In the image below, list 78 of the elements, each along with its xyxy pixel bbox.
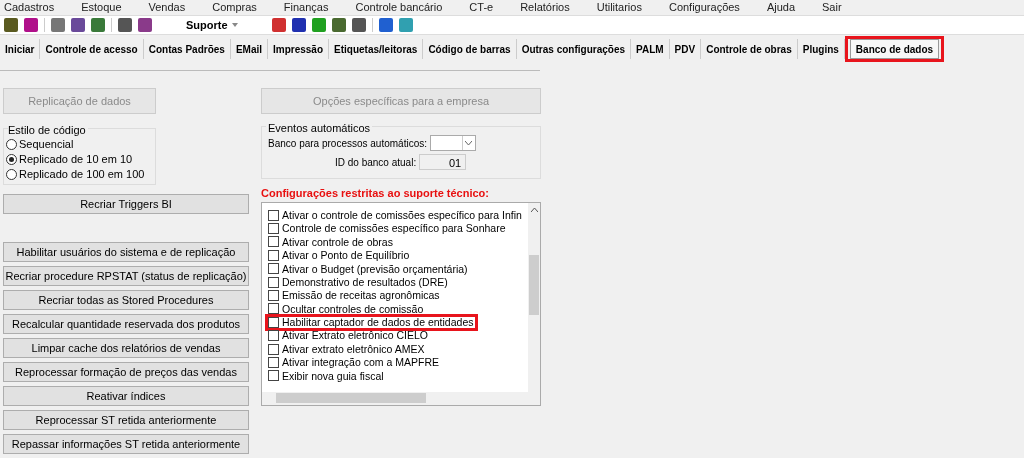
option-label: Ativar o Ponto de Equilíbrio [282,250,410,261]
action-button[interactable]: Limpar cache dos relatórios de vendas [3,338,249,358]
tab[interactable]: Etiquetas/leitoras [329,39,424,59]
checkbox[interactable] [268,316,279,328]
action-button[interactable]: Recriar todas as Stored Procedures [3,290,249,310]
horizontal-scrollbar[interactable] [262,391,540,405]
action-button[interactable]: Reprocessar ST retida anteriormente [3,410,249,430]
option-label: Controle de comissões específico para Sonhare [282,223,506,234]
menu-item[interactable]: Estoque [81,0,122,16]
caret-icon [231,23,238,27]
option-label: Ativar Extrato eletrônico CIELO [282,330,428,341]
field-label: ID do banco atual: [335,155,417,170]
option-label: Ativar o controle de comissões específico para Infin [282,209,522,221]
checkbox[interactable] [268,263,279,275]
option-label: Exibir nova guia fiscal [282,370,384,382]
tab[interactable]: PDV [669,39,702,59]
field-label: Banco para processos automáticos: [268,136,427,151]
action-button[interactable]: Reprocessar formação de preços das vendas [3,362,249,382]
checkbox[interactable] [268,236,279,248]
checkbox[interactable] [268,357,279,368]
tab[interactable]: Código de barras [423,39,517,59]
restricted-title: Configurações restritas ao suporte técnico: [261,186,490,201]
tab[interactable]: Impressão [268,39,330,59]
menu-item[interactable]: Cadastros [4,0,55,16]
menu-item[interactable]: Compras [212,0,257,16]
menu-item[interactable]: Relatórios [520,0,570,16]
checkbox[interactable] [268,276,279,288]
radio-label: Replicado de 10 em 10 [19,152,133,168]
scroll-thumb[interactable] [276,393,426,403]
checkbox[interactable] [268,303,279,315]
option-label: Ocultar controles de comissão [282,303,424,315]
action-button[interactable]: Recriar procedure RPSTAT (status de replicação) [3,266,249,286]
checkbox[interactable] [268,330,279,342]
id-field[interactable]: 01 [419,154,467,170]
chevron-icon [462,136,475,150]
radio-button[interactable] [6,139,17,150]
menu-item[interactable]: Vendas [148,0,186,16]
option-label: Ativar controle de obras [282,236,393,248]
tab[interactable]: Controle de acesso [40,39,144,59]
scroll-thumb[interactable] [529,254,539,315]
tab[interactable]: Controle de obras [701,39,798,59]
radio-label: Replicado de 100 em 100 [19,167,145,183]
action-button[interactable]: Repassar informações ST retida anteriormente [3,434,249,454]
menu-item[interactable]: CT-e [469,0,494,16]
action-button[interactable]: Reativar índices [3,386,249,406]
action-button[interactable]: Recriar Triggers BI [3,194,249,214]
support-dropdown[interactable]: Suporte [158,16,266,34]
tab[interactable]: Iniciar [0,39,41,59]
radio-button[interactable] [6,154,17,165]
checkbox[interactable] [268,223,279,235]
menu-item[interactable]: Utilitarios [596,0,642,16]
checkbox[interactable] [268,249,279,261]
action-button[interactable]: Habilitar usuários do sistema e de replicação [3,242,249,262]
option-label: Ativar extrato eletrônico AMEX [282,343,425,355]
tab[interactable]: Banco de dados [849,39,940,59]
checkbox[interactable] [268,290,279,302]
action-button[interactable]: Recalcular quantidade reservada dos produtos [3,314,249,334]
radio-button[interactable] [6,169,17,180]
option-label: Demonstrativo de resultados (DRE) [282,276,448,288]
checkbox[interactable] [268,343,279,355]
checkbox[interactable] [268,209,279,221]
menu-item[interactable]: Finanças [283,0,329,16]
checkbox[interactable] [268,370,279,382]
radio-label: Sequencial [19,137,74,153]
tab[interactable]: EMail [230,39,268,59]
option-label: Ativar integração com a MAPFRE [282,357,439,368]
option-label: Emissão de receitas agronômicas [282,290,440,301]
option-label: Habilitar captador de dados de entidades [282,317,474,328]
tab[interactable]: Plugins [797,39,845,59]
menu-item[interactable]: Configurações [668,0,740,16]
menu-item[interactable]: Controle bancário [355,0,443,16]
vertical-scrollbar[interactable] [528,202,540,392]
menu-item[interactable]: Sair [822,0,842,16]
tab[interactable]: Outras configurações [516,39,631,59]
tab[interactable]: Contas Padrões [143,39,231,59]
menu-item[interactable]: Ajuda [766,0,795,16]
option-label: Ativar o Budget (previsão orçamentária) [282,263,468,274]
tab[interactable]: PALM [631,39,670,59]
